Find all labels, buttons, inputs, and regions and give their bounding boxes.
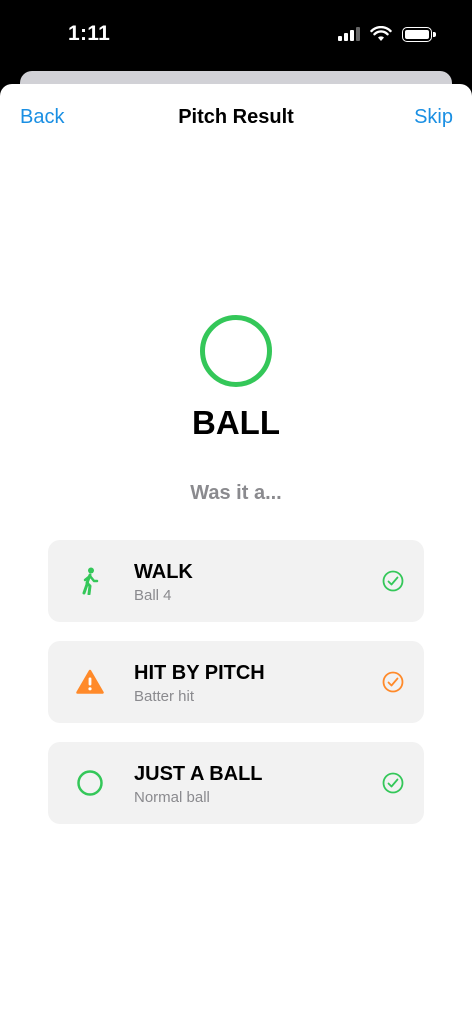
- option-title: JUST A BALL: [134, 763, 263, 785]
- status-bar: 1:11: [0, 0, 472, 72]
- battery-icon: [402, 26, 436, 42]
- status-time: 1:11: [68, 22, 111, 45]
- page-title: Pitch Result: [178, 106, 294, 128]
- walking-person-icon: [76, 567, 104, 595]
- option-subtitle: Batter hit: [134, 688, 195, 705]
- option-subtitle: Ball 4: [134, 587, 172, 604]
- result-title: BALL: [192, 404, 280, 441]
- circle-outline-icon: [200, 315, 272, 387]
- option-hit-by-pitch[interactable]: HIT BY PITCH Batter hit: [48, 641, 424, 723]
- cellular-signal-icon: [338, 27, 360, 41]
- back-button[interactable]: Back: [20, 106, 64, 129]
- pitch-result-sheet: Back Pitch Result Skip BALL Was it a... …: [0, 84, 472, 1024]
- circle-outline-icon: [76, 769, 104, 797]
- question-prompt: Was it a...: [190, 482, 282, 504]
- option-just-a-ball[interactable]: JUST A BALL Normal ball: [48, 742, 424, 824]
- warning-triangle-icon: [76, 668, 104, 696]
- option-subtitle: Normal ball: [134, 789, 210, 806]
- option-walk[interactable]: WALK Ball 4: [48, 540, 424, 622]
- option-title: WALK: [134, 561, 193, 583]
- checkmark-circle-icon: [382, 570, 404, 592]
- checkmark-circle-icon: [382, 671, 404, 693]
- nav-title-bar: Pitch Result: [0, 106, 472, 129]
- status-icons: [338, 26, 436, 42]
- checkmark-circle-icon: [382, 772, 404, 794]
- option-title: HIT BY PITCH: [134, 662, 265, 684]
- skip-button[interactable]: Skip: [414, 106, 453, 129]
- wifi-icon: [370, 26, 392, 41]
